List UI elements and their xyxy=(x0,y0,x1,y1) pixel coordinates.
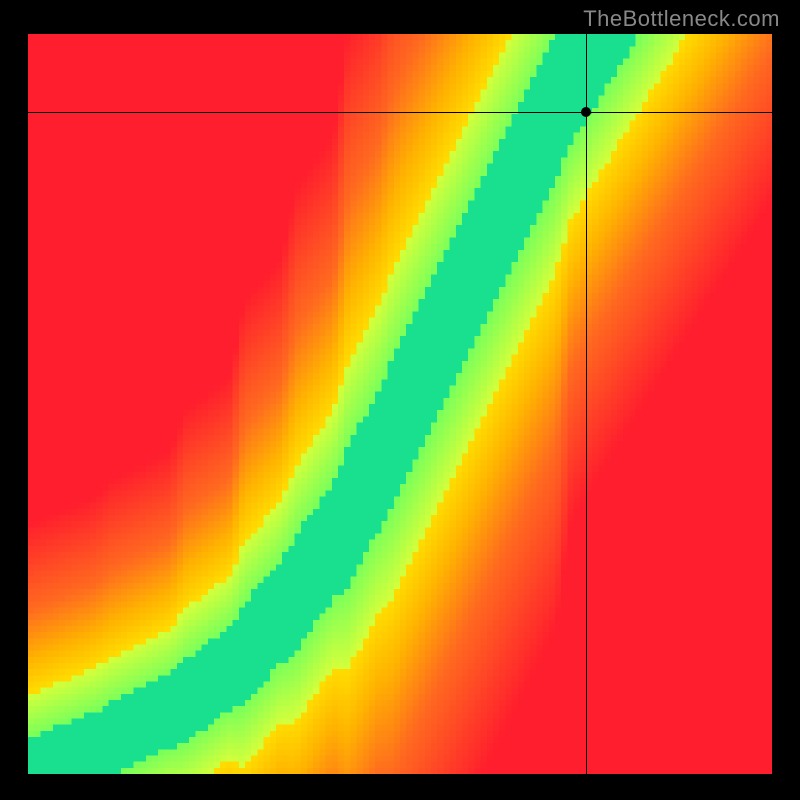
heatmap-plot xyxy=(28,34,772,774)
heatmap-canvas xyxy=(28,34,772,774)
watermark-text: TheBottleneck.com xyxy=(583,6,780,32)
crosshair-vertical xyxy=(586,34,587,774)
crosshair-horizontal xyxy=(28,112,772,113)
data-point-marker xyxy=(581,107,591,117)
chart-frame: TheBottleneck.com xyxy=(0,0,800,800)
